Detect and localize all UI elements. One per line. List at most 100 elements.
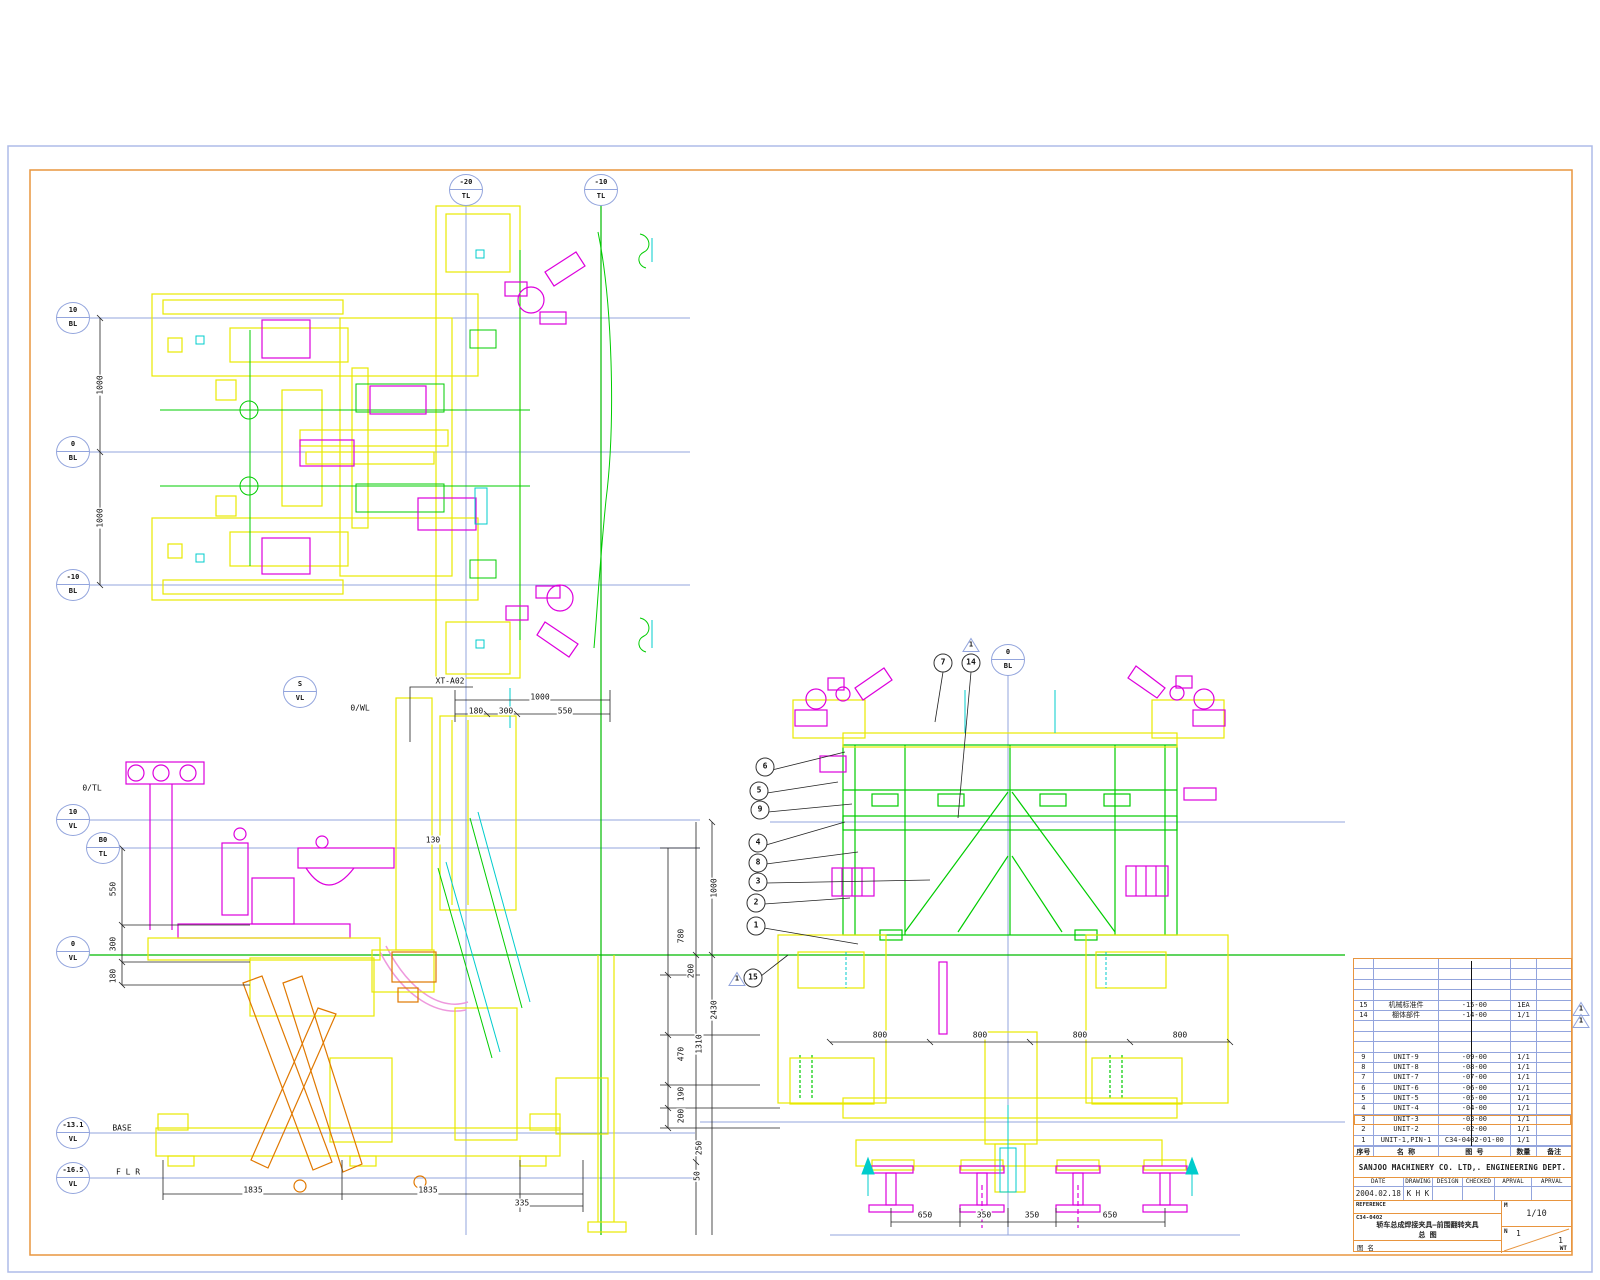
parts-table-leader-line	[1471, 961, 1472, 1147]
datum-circle-10-BL: 10 BL	[56, 302, 90, 334]
parts-header-name: 名 称	[1374, 1147, 1440, 1157]
balloon-7: 7	[933, 653, 953, 673]
parts-header-dwg: 图 号	[1439, 1147, 1511, 1157]
dimension-label: 1835	[242, 1185, 264, 1195]
parts-table-row: 7 UNIT-7 -07-00 1/1	[1354, 1073, 1571, 1084]
sheet-cell: N 1 1 WT	[1502, 1227, 1571, 1253]
datum-circle--13.1-VL: -13.1 VL	[56, 1117, 90, 1149]
header-date: DATE	[1354, 1178, 1404, 1186]
revision-triangle-1: 1	[962, 637, 980, 653]
parts-table-row: 15 机械标准件 -15-00 1EA	[1354, 1000, 1571, 1011]
dimension-label: 780	[676, 927, 686, 945]
balloon-14: 14	[961, 653, 981, 673]
dimension-label: XT-A02	[434, 676, 466, 686]
parts-table-header: 序号 名 称 图 号 数量 备注	[1354, 1146, 1571, 1158]
parts-table-row: 2 UNIT-2 -02-00 1/1	[1354, 1125, 1571, 1136]
dimension-label: 800	[1171, 1030, 1189, 1040]
dimension-label: 1000	[529, 692, 551, 702]
checked-value	[1463, 1187, 1495, 1200]
reference-label: REFERENCE	[1354, 1201, 1501, 1214]
drawing-title-line1: 轿车总成焊接夹具—前围翻转夹具	[1376, 1221, 1479, 1229]
scale-value: 1/10	[1526, 1209, 1547, 1219]
balloon-4: 4	[748, 833, 768, 853]
dimension-label: 650	[1101, 1210, 1119, 1220]
parts-header-qty: 数量	[1511, 1147, 1538, 1157]
dimension-label: 800	[1071, 1030, 1089, 1040]
datum-circle-0-BL: 0 BL	[991, 644, 1025, 676]
dimension-label: 250	[694, 1139, 704, 1157]
datum-circle-0-VL: 0 VL	[56, 936, 90, 968]
dimension-label: 50	[692, 1170, 702, 1182]
parts-table-row: 14 棚体部件 -14-00 1/1	[1354, 1010, 1571, 1022]
dimension-label: 0/WL	[349, 703, 371, 713]
dimension-label: 800	[971, 1030, 989, 1040]
header-aprval1: APRVAL	[1495, 1178, 1533, 1186]
parts-table-row	[1354, 969, 1571, 980]
dimension-label: 190	[676, 1085, 686, 1103]
dimension-label: 300	[108, 935, 118, 953]
aprval1-value	[1495, 1187, 1533, 1200]
dimension-label: 180	[467, 706, 485, 716]
parts-table-row: 9 UNIT-9 -09-00 1/1	[1354, 1052, 1571, 1063]
date-value: 2004.02.18	[1354, 1187, 1404, 1200]
parts-table-row: 6 UNIT-6 -06-00 1/1	[1354, 1083, 1571, 1095]
dimension-label: 350	[975, 1210, 993, 1220]
parts-table-row	[1354, 1021, 1571, 1032]
datum-circle--10-BL: -10 BL	[56, 569, 90, 601]
drawing-value: K H K	[1404, 1187, 1434, 1200]
scale-cell: M 1/10	[1502, 1201, 1571, 1227]
dimension-label: 1835	[417, 1185, 439, 1195]
revision-triangle-1: 1	[1572, 1013, 1590, 1029]
dimension-label: 650	[916, 1210, 934, 1220]
dimension-label: 0/TL	[81, 783, 103, 793]
parts-header-remark: 备注	[1547, 1148, 1562, 1157]
date-header-row: DATE DRAWING DESIGN CHECKED APRVAL APRVA…	[1354, 1178, 1571, 1187]
dimension-label: 200	[676, 1107, 686, 1125]
parts-table-row: 5 UNIT-5 -05-00 1/1	[1354, 1094, 1571, 1105]
balloon-1: 1	[746, 916, 766, 936]
design-value	[1433, 1187, 1464, 1200]
parts-table: 15 机械标准件 -15-00 1EA 14 棚体部件 -14-00 1/1 9…	[1354, 959, 1571, 1147]
balloon-9: 9	[750, 800, 770, 820]
dimension-label: BASE	[111, 1123, 133, 1133]
balloon-8: 8	[748, 853, 768, 873]
date-values-row: 2004.02.18 K H K	[1354, 1187, 1571, 1201]
drawing-title-line2: 总 图	[1418, 1231, 1437, 1239]
balloon-2: 2	[746, 893, 766, 913]
dimension-label: 470	[676, 1045, 686, 1063]
parts-table-row: 4 UNIT-4 -04-00 1/1	[1354, 1104, 1571, 1115]
dimension-label: 1000	[95, 507, 105, 529]
balloon-15: 15	[743, 968, 763, 988]
parts-table-row: 3 UNIT-3 -03-00 1/1	[1354, 1114, 1571, 1126]
datum-circle-0-BL: 0 BL	[56, 436, 90, 468]
header-drawing: DRAWING	[1404, 1178, 1434, 1186]
dimension-label: 200	[686, 962, 696, 980]
sheet-label: N	[1504, 1228, 1508, 1235]
dimension-label: 800	[871, 1030, 889, 1040]
balloon-6: 6	[755, 757, 775, 777]
balloon-3: 3	[748, 872, 768, 892]
dimension-label: 1000	[709, 877, 719, 899]
parts-table-row: 1 UNIT-1,PIN-1 C34-0402-01-00 1/1	[1354, 1135, 1571, 1147]
datum-circle--10-TL: -10 TL	[584, 174, 618, 206]
header-aprval2: APRVAL	[1540, 1178, 1563, 1185]
dimension-label: 1000	[95, 374, 105, 396]
header-checked: CHECKED	[1463, 1178, 1495, 1186]
datum-circle-10-VL: 10 VL	[56, 804, 90, 836]
parts-header-no: 序号	[1354, 1147, 1374, 1157]
datum-circle--16.5-VL: -16.5 VL	[56, 1162, 90, 1194]
aprval2-value	[1532, 1187, 1571, 1200]
parts-table-row	[1354, 1031, 1571, 1043]
drawing-name-label: 图 名	[1357, 1244, 1374, 1252]
datum-circle-B0-TL: B0 TL	[86, 832, 120, 864]
parts-table-row: 8 UNIT-8 -08-00 1/1	[1354, 1062, 1571, 1074]
sheet-total: 1	[1558, 1236, 1563, 1245]
datum-circle--20-TL: -20 TL	[449, 174, 483, 206]
drawing-title-cell: C34-0402 轿车总成焊接夹具—前围翻转夹具 总 图	[1354, 1214, 1501, 1241]
dimension-label: 300	[497, 706, 515, 716]
revision-triangle-1: 1	[728, 971, 746, 987]
dimension-label: 550	[108, 880, 118, 898]
parts-table-row	[1354, 1042, 1571, 1053]
scale-label: M	[1504, 1202, 1508, 1209]
dimension-label: 2430	[709, 999, 719, 1021]
